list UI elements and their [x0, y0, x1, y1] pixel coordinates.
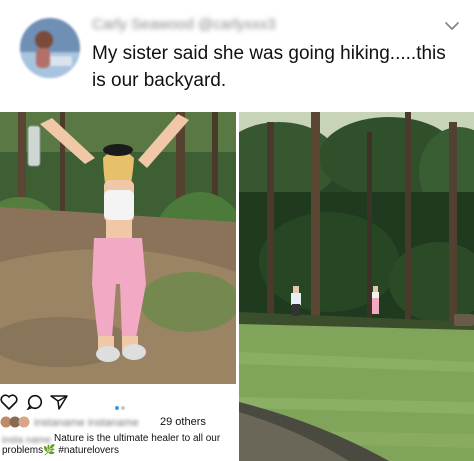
caption-text: Nature is the ultimate healer to all our… — [2, 433, 221, 456]
avatar-image — [20, 18, 80, 78]
likes-row: instaname instaname 29 others — [0, 416, 236, 430]
carousel-dots — [114, 398, 126, 416]
water-bottle — [27, 125, 41, 167]
likes-count[interactable]: 29 others — [160, 416, 206, 428]
send-icon[interactable] — [50, 394, 68, 415]
post-text: My sister said she was going hiking.....… — [92, 43, 446, 91]
liker-avatars[interactable] — [0, 416, 32, 431]
heart-icon[interactable] — [0, 394, 18, 415]
avatar[interactable] — [20, 18, 80, 78]
instagram-photo — [0, 112, 236, 384]
likers-blurred[interactable]: instaname instaname — [34, 417, 158, 428]
username-blurred[interactable]: Carly Seawood @carlyxxx3 — [92, 16, 332, 36]
comment-icon[interactable] — [26, 394, 44, 415]
backyard-photo — [239, 112, 474, 461]
post-header: Carly Seawood @carlyxxx3 My sister said … — [0, 0, 474, 112]
chevron-down-icon[interactable] — [440, 14, 464, 38]
